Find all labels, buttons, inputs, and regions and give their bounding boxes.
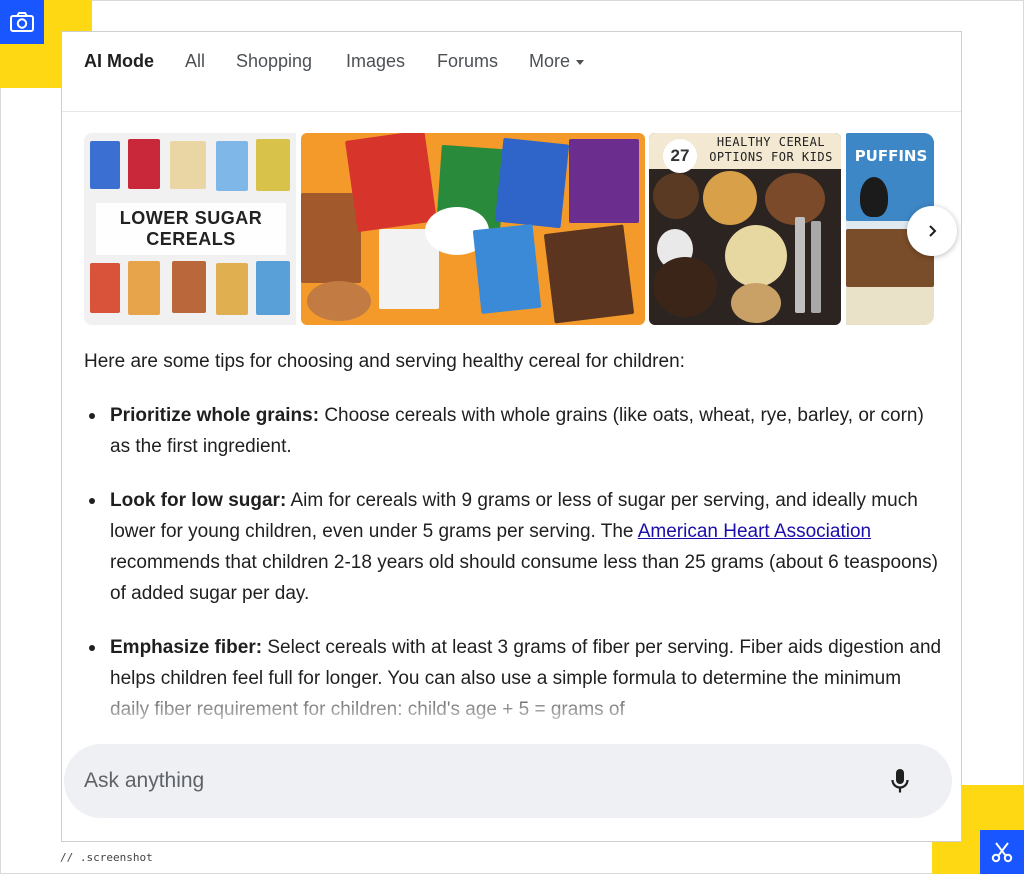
carousel-next-button[interactable] xyxy=(907,206,957,256)
tip-title: Prioritize whole grains: xyxy=(110,405,320,426)
tip-whole-grains: Prioritize whole grains: Choose cereals … xyxy=(84,400,944,462)
image-carousel: LOWER SUGAR CEREALS 27 HEALTHY CEREAL OP… xyxy=(62,133,961,325)
tab-more-label: More xyxy=(529,51,571,71)
ai-mode-results-panel: AI Mode All Shopping Images Forums More … xyxy=(61,31,962,842)
options-count-badge: 27 xyxy=(663,139,697,173)
ask-anything-input[interactable] xyxy=(84,744,864,818)
tip-title: Look for low sugar: xyxy=(110,490,287,511)
tip-low-sugar: Look for low sugar: Aim for cereals with… xyxy=(84,485,944,609)
tab-shopping[interactable]: Shopping xyxy=(236,51,312,72)
carousel-image-lower-sugar[interactable]: LOWER SUGAR CEREALS xyxy=(84,133,296,325)
microphone-icon xyxy=(891,769,909,793)
screenshot-watermark: // .screenshot xyxy=(60,851,153,864)
answer-intro: Here are some tips for choosing and serv… xyxy=(84,351,685,372)
tab-all[interactable]: All xyxy=(185,51,205,72)
tab-forums[interactable]: Forums xyxy=(437,51,498,72)
healthy-options-title: HEALTHY CEREAL OPTIONS FOR KIDS xyxy=(709,135,833,164)
tip-text: recommends that children 2-18 years old … xyxy=(110,552,939,604)
carousel-image-healthy-cereal-options[interactable]: 27 HEALTHY CEREAL OPTIONS FOR KIDS xyxy=(649,133,841,325)
microphone-button[interactable] xyxy=(886,767,914,795)
chevron-right-icon xyxy=(929,225,937,237)
scissors-icon xyxy=(980,830,1024,874)
tips-list: Prioritize whole grains: Choose cereals … xyxy=(84,400,944,725)
tip-title: Emphasize fiber: xyxy=(110,637,263,658)
tab-images[interactable]: Images xyxy=(346,51,405,72)
ask-bar xyxy=(64,744,952,818)
caret-down-icon xyxy=(576,60,585,65)
tab-more[interactable]: More xyxy=(529,51,585,72)
lower-sugar-caption: LOWER SUGAR CEREALS xyxy=(96,203,286,255)
puffins-brand-text: PUFFINS xyxy=(854,147,928,165)
camera-icon xyxy=(0,0,44,44)
carousel-image-cereal-collage[interactable] xyxy=(301,133,645,325)
tab-ai-mode[interactable]: AI Mode xyxy=(84,51,154,72)
search-tabs: AI Mode All Shopping Images Forums More xyxy=(62,32,961,112)
american-heart-association-link[interactable]: American Heart Association xyxy=(638,521,871,542)
